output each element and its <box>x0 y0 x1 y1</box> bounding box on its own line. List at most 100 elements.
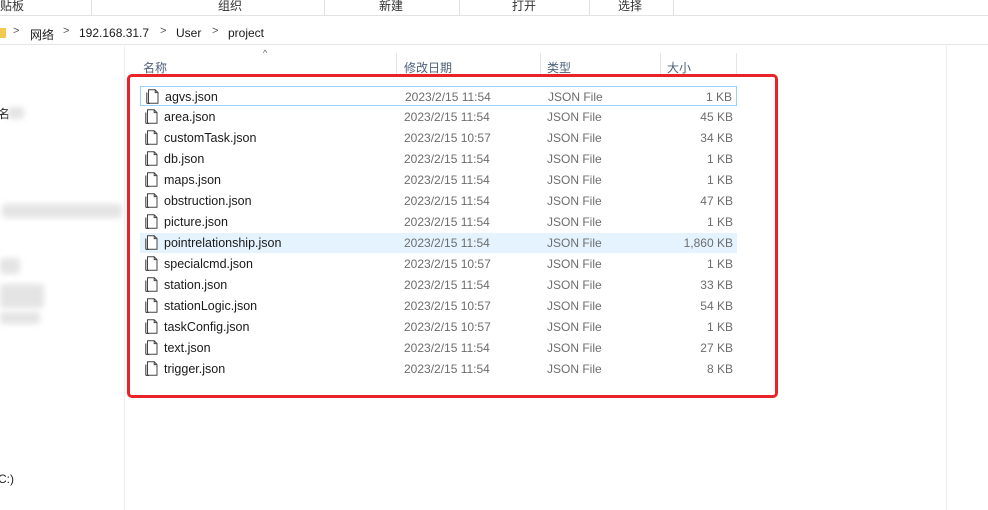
chevron-right-icon[interactable]: > <box>160 25 166 37</box>
blurred-nav-label <box>8 107 24 119</box>
chevron-right-icon[interactable]: > <box>212 25 218 37</box>
file-type: JSON File <box>547 341 602 355</box>
json-file-icon <box>145 298 158 313</box>
nav-item-drive-c[interactable]: C:) <box>0 472 14 486</box>
file-size: 47 KB <box>700 194 733 208</box>
file-size: 1 KB <box>706 173 733 187</box>
file-size: 1 KB <box>706 215 733 229</box>
file-row[interactable]: maps.json 2023/2/15 11:54 JSON File 1 KB <box>140 170 737 190</box>
file-type: JSON File <box>547 152 602 166</box>
file-name[interactable]: agvs.json <box>165 90 218 104</box>
chevron-right-icon[interactable]: > <box>13 25 19 37</box>
file-type: JSON File <box>547 278 602 292</box>
file-size: 33 KB <box>700 278 733 292</box>
file-name[interactable]: picture.json <box>164 215 228 229</box>
json-file-icon <box>145 193 158 208</box>
breadcrumb-project[interactable]: project <box>228 26 264 40</box>
file-type: JSON File <box>547 257 602 271</box>
json-file-icon <box>145 319 158 334</box>
blurred-nav-label <box>2 204 122 218</box>
file-modified-date: 2023/2/15 11:54 <box>404 278 490 292</box>
column-divider[interactable] <box>540 53 541 75</box>
file-modified-date: 2023/2/15 11:54 <box>404 173 490 187</box>
file-modified-date: 2023/2/15 11:54 <box>404 215 490 229</box>
file-name[interactable]: obstruction.json <box>164 194 252 208</box>
file-row[interactable]: pointrelationship.json 2023/2/15 11:54 JSO… <box>140 233 737 253</box>
file-modified-date: 2023/2/15 11:54 <box>404 110 490 124</box>
file-row[interactable]: area.json 2023/2/15 11:54 JSON File 45 KB <box>140 107 737 127</box>
file-row[interactable]: agvs.json 2023/2/15 11:54 JSON File 1 KB <box>140 86 737 106</box>
file-type: JSON File <box>547 320 602 334</box>
file-name[interactable]: stationLogic.json <box>164 299 257 313</box>
ribbon-group-new[interactable]: 新建 <box>325 0 460 16</box>
json-file-icon <box>145 109 158 124</box>
file-name[interactable]: station.json <box>164 278 227 292</box>
file-type: JSON File <box>548 90 603 104</box>
json-file-icon <box>145 277 158 292</box>
json-file-icon <box>145 151 158 166</box>
file-row[interactable]: obstruction.json 2023/2/15 11:54 JSON File… <box>140 191 737 211</box>
column-header-name[interactable]: 名称 <box>143 59 167 76</box>
file-row[interactable]: db.json 2023/2/15 11:54 JSON File 1 KB <box>140 149 737 169</box>
file-row[interactable]: stationLogic.json 2023/2/15 10:57 JSON Fil… <box>140 296 737 316</box>
ribbon-group-select[interactable]: 选择 <box>590 0 674 16</box>
file-row[interactable]: text.json 2023/2/15 11:54 JSON File 27 KB <box>140 338 737 358</box>
breadcrumb-user[interactable]: User <box>176 26 201 40</box>
file-name[interactable]: text.json <box>164 341 211 355</box>
file-modified-date: 2023/2/15 10:57 <box>404 299 491 313</box>
file-modified-date: 2023/2/15 11:54 <box>404 341 490 355</box>
chevron-right-icon[interactable]: > <box>63 25 69 37</box>
ribbon-label-select: 选择 <box>618 0 643 13</box>
column-header-size[interactable]: 大小 <box>667 59 691 76</box>
file-row[interactable]: customTask.json 2023/2/15 10:57 JSON File 3… <box>140 128 737 148</box>
file-size: 1 KB <box>706 257 733 271</box>
file-type: JSON File <box>547 236 602 250</box>
column-header-type[interactable]: 类型 <box>547 59 571 76</box>
ribbon-label-clipboard: 贴板 <box>0 0 25 13</box>
navigation-pane[interactable]: 名 C:) <box>0 46 124 510</box>
sort-ascending-icon: ^ <box>263 48 268 58</box>
file-name[interactable]: area.json <box>164 110 215 124</box>
file-name[interactable]: trigger.json <box>164 362 225 376</box>
file-name[interactable]: taskConfig.json <box>164 320 249 334</box>
ribbon-group-open[interactable]: 打开 <box>460 0 590 16</box>
file-row[interactable]: trigger.json 2023/2/15 11:54 JSON File 8 KB <box>140 359 737 379</box>
address-bar[interactable]: > 网络 > 192.168.31.7 > User > project <box>0 22 988 45</box>
file-name[interactable]: pointrelationship.json <box>164 236 281 250</box>
column-divider[interactable] <box>396 53 397 75</box>
file-size: 34 KB <box>700 131 733 145</box>
file-name[interactable]: customTask.json <box>164 131 256 145</box>
file-row[interactable]: picture.json 2023/2/15 11:54 JSON File 1 KB <box>140 212 737 232</box>
file-name[interactable]: maps.json <box>164 173 221 187</box>
column-divider[interactable] <box>736 53 737 75</box>
column-divider[interactable] <box>660 53 661 75</box>
ribbon-group-organize[interactable]: 组织 <box>92 0 325 16</box>
json-file-icon <box>145 235 158 250</box>
file-type: JSON File <box>547 173 602 187</box>
file-row[interactable]: specialcmd.json 2023/2/15 10:57 JSON File 1… <box>140 254 737 274</box>
json-file-icon <box>145 256 158 271</box>
file-size: 54 KB <box>700 299 733 313</box>
file-row[interactable]: station.json 2023/2/15 11:54 JSON File 33 K… <box>140 275 737 295</box>
ribbon-group-clipboard[interactable]: 贴板 <box>0 0 92 16</box>
file-type: JSON File <box>547 110 602 124</box>
breadcrumb-network[interactable]: 网络 <box>30 26 54 43</box>
ribbon: 贴板 组织 新建 打开 选择 <box>0 0 988 16</box>
file-name[interactable]: db.json <box>164 152 204 166</box>
file-size: 27 KB <box>700 341 733 355</box>
file-modified-date: 2023/2/15 11:54 <box>405 90 491 104</box>
column-header-modified[interactable]: 修改日期 <box>404 59 452 76</box>
breadcrumb-host[interactable]: 192.168.31.7 <box>79 26 149 40</box>
ribbon-label-new: 新建 <box>379 0 404 13</box>
json-file-icon <box>145 214 158 229</box>
file-type: JSON File <box>547 215 602 229</box>
file-list[interactable]: ^ 名称 修改日期 类型 大小 agvs.json 2023/2/15 11:54… <box>124 46 946 510</box>
file-row[interactable]: taskConfig.json 2023/2/15 10:57 JSON File 1… <box>140 317 737 337</box>
file-name[interactable]: specialcmd.json <box>164 257 253 271</box>
scrollbar[interactable] <box>946 46 947 510</box>
json-file-icon <box>146 89 159 104</box>
blurred-nav-label <box>0 258 20 274</box>
file-size: 8 KB <box>706 362 733 376</box>
file-modified-date: 2023/2/15 11:54 <box>404 362 490 376</box>
file-modified-date: 2023/2/15 10:57 <box>404 257 491 271</box>
